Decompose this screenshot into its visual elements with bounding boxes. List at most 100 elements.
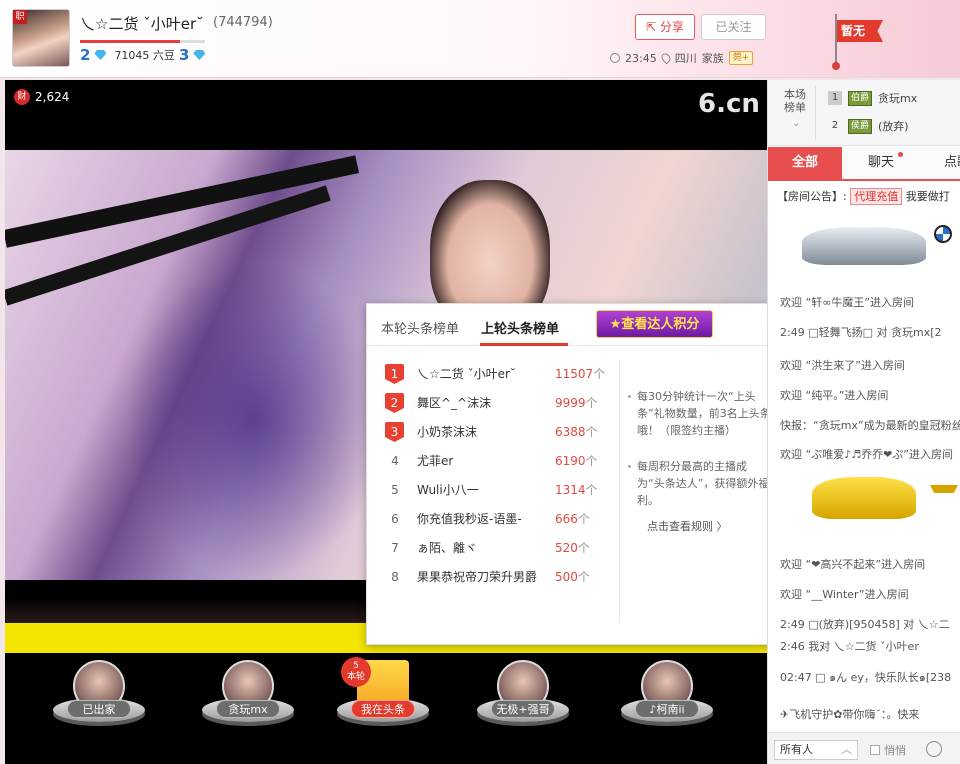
ranking-row[interactable]: 1 乀☆二货 ˇ小叶er˘ 11507个 xyxy=(379,360,607,389)
wealth-count: 2,624 xyxy=(35,90,70,104)
follow-button[interactable]: 已关注 xyxy=(701,14,766,40)
tab-chat[interactable]: 聊天 xyxy=(844,147,918,179)
sports-car-gift-image xyxy=(812,477,916,519)
notice-label: 【房间公告】: xyxy=(777,190,847,203)
round-label: 本轮 xyxy=(346,672,365,682)
flag-base xyxy=(832,62,840,70)
ranker-5[interactable]: ♪柯南ii xyxy=(621,660,713,750)
ranking-list: 1 乀☆二货 ˇ小叶er˘ 11507个 2 舞区^_^沫沫 9999个 3 小奶茶沫沫 6… xyxy=(379,360,607,592)
room-meta: 23:45 四川 家族 菀+ xyxy=(610,50,754,66)
noble-tag: 伯爵 xyxy=(848,90,873,106)
chat-sidebar: 本场榜单 ⌄ 1 伯爵 贪玩mx 2 侯爵 (放弃) 全部 聊天 点歌 【房间公… xyxy=(767,80,960,764)
ranking-row[interactable]: 3 小奶茶沫沫 6388个 xyxy=(379,418,607,447)
bmw-logo-icon xyxy=(934,225,952,243)
headline-flag[interactable]: 暂无 xyxy=(837,20,883,42)
recipient-select[interactable]: 所有人 ︿ xyxy=(774,740,858,760)
share-label: 分享 xyxy=(659,20,684,34)
chevron-up-icon: ︿ xyxy=(841,743,852,756)
rank-points-value: 500 xyxy=(555,570,578,584)
ranking-row[interactable]: 4 尤菲er 6190个 xyxy=(379,447,607,476)
leaderboard-name: 贪玩mx xyxy=(878,92,918,105)
flag-pole xyxy=(835,14,837,64)
share-button[interactable]: ⇱ 分享 xyxy=(635,14,695,40)
rank-points: 520个 xyxy=(555,534,590,563)
ranking-row[interactable]: 2 舞区^_^沫沫 9999个 xyxy=(379,389,607,418)
ranker-2[interactable]: 贪玩mx xyxy=(202,660,294,750)
chat-message: 2:49 □轻舞飞扬□ 对 贪玩mx[2 xyxy=(780,326,942,339)
rank-unit: 个 xyxy=(577,512,590,526)
leaderboard-row[interactable]: 2 侯爵 (放弃) xyxy=(828,118,909,134)
noble-tag: 侯爵 xyxy=(848,118,873,134)
popup-note-stats: 每30分钟统计一次“上头条”礼物数量，前3名上头条哦！（限签约主播） xyxy=(628,390,771,437)
ranker-1[interactable]: 已出家 xyxy=(53,660,145,750)
rank-points: 1314个 xyxy=(555,476,598,505)
family-tag[interactable]: 菀+ xyxy=(728,51,754,65)
leaderboard-rank: 2 xyxy=(831,120,839,131)
family-label: 家族 xyxy=(701,52,724,65)
recipient-select-value: 所有人 xyxy=(780,743,813,756)
rank-name: 果果恭祝帝刀荣升男爵 xyxy=(417,570,538,584)
anchor-id: (744794) xyxy=(213,15,273,30)
level-progress-bar xyxy=(80,40,205,43)
level-left: 2 xyxy=(80,46,91,64)
ranker-name: ♪柯南ii xyxy=(635,700,699,718)
rank-medal-icon: 3 xyxy=(385,422,404,442)
rank-number: 7 xyxy=(391,541,399,555)
chat-message: ✈飞机守护✿带你嗨˘：。快来 xyxy=(780,708,920,721)
rank-number: 4 xyxy=(391,454,399,468)
rank-unit: 个 xyxy=(577,541,590,555)
ranking-row[interactable]: 7 ぁ陌、離ヾ 520个 xyxy=(379,534,607,563)
tab-last-round[interactable]: 上轮头条榜单 xyxy=(481,318,559,337)
level-progress-fill xyxy=(80,40,180,43)
ranker-name: 我在头条 xyxy=(351,700,415,718)
rank-name: Wuli小八一 xyxy=(417,483,479,497)
rank-points-value: 6388 xyxy=(555,425,586,439)
chevron-down-icon[interactable]: ⌄ xyxy=(792,118,800,129)
rank-unit: 个 xyxy=(585,425,598,439)
rank-unit: 个 xyxy=(585,396,598,410)
anchor-name: 乀☆二货 ˇ小叶er˘ xyxy=(80,15,204,33)
leaderboard-name: (放弃) xyxy=(878,120,909,133)
chat-message: 2:46 我对 乀☆二货 ˇ小叶er xyxy=(780,640,919,653)
rank-points-value: 520 xyxy=(555,541,578,555)
rank-points-value: 9999 xyxy=(555,396,586,410)
rank-points-value: 666 xyxy=(555,512,578,526)
video-dress-shade xyxy=(125,260,385,580)
rank-number: 5 xyxy=(391,483,399,497)
anchor-avatar[interactable]: 职 xyxy=(12,9,70,67)
session-leaderboard: 本场榜单 ⌄ 1 伯爵 贪玩mx 2 侯爵 (放弃) xyxy=(768,80,960,146)
rank-points: 666个 xyxy=(555,505,590,534)
chat-tabs: 全部 聊天 点歌 xyxy=(768,147,960,181)
leaderboard-rank: 1 xyxy=(828,91,842,105)
site-watermark: 6.cn xyxy=(698,89,760,119)
view-rules-link[interactable]: 点击查看规则 〉 xyxy=(647,518,728,534)
rank-points: 11507个 xyxy=(555,360,605,389)
diamond-icon xyxy=(193,50,206,60)
tab-all[interactable]: 全部 xyxy=(768,147,842,179)
tab-current-round[interactable]: 本轮头条榜单 xyxy=(381,318,459,337)
view-talent-points-button[interactable]: ★查看达人积分 xyxy=(596,310,713,338)
emoji-icon[interactable] xyxy=(926,741,942,757)
notice-tag[interactable]: 代理充值 xyxy=(850,188,903,205)
whisper-label: 悄悄 xyxy=(884,744,906,757)
rank-number: 6 xyxy=(391,512,399,526)
rank-points: 500个 xyxy=(555,563,590,592)
ranking-row[interactable]: 5 Wuli小八一 1314个 xyxy=(379,476,607,505)
anchor-badge-icon: 职 xyxy=(13,10,27,24)
popup-divider xyxy=(619,360,620,622)
tab-songs[interactable]: 点歌 xyxy=(920,147,960,179)
unread-dot-icon xyxy=(898,152,903,157)
ranking-row[interactable]: 8 果果恭祝帝刀荣升男爵 500个 xyxy=(379,563,607,592)
ranking-row[interactable]: 6 你充值我秒返-语墨- 666个 xyxy=(379,505,607,534)
whisper-checkbox[interactable]: 悄悄 xyxy=(870,742,906,758)
chat-message: 02:47 □ ๑ん ey，快乐队长๑[238 xyxy=(780,671,952,684)
level-right: 3 xyxy=(178,46,190,64)
chevrolet-logo-icon xyxy=(930,485,958,493)
rank-number: 8 xyxy=(391,570,399,584)
ranker-4[interactable]: 无极+强哥 xyxy=(477,660,569,750)
leaderboard-row[interactable]: 1 伯爵 贪玩mx xyxy=(828,90,917,106)
wealth-counter: 财 2,624 xyxy=(14,89,69,105)
chat-announcement: 快报：“贪玩mx”成为最新的皇冠粉丝 xyxy=(780,419,960,432)
chat-message: 欢迎 “纯平。”进入房间 xyxy=(780,389,889,402)
star-icon: ★ xyxy=(609,317,622,332)
